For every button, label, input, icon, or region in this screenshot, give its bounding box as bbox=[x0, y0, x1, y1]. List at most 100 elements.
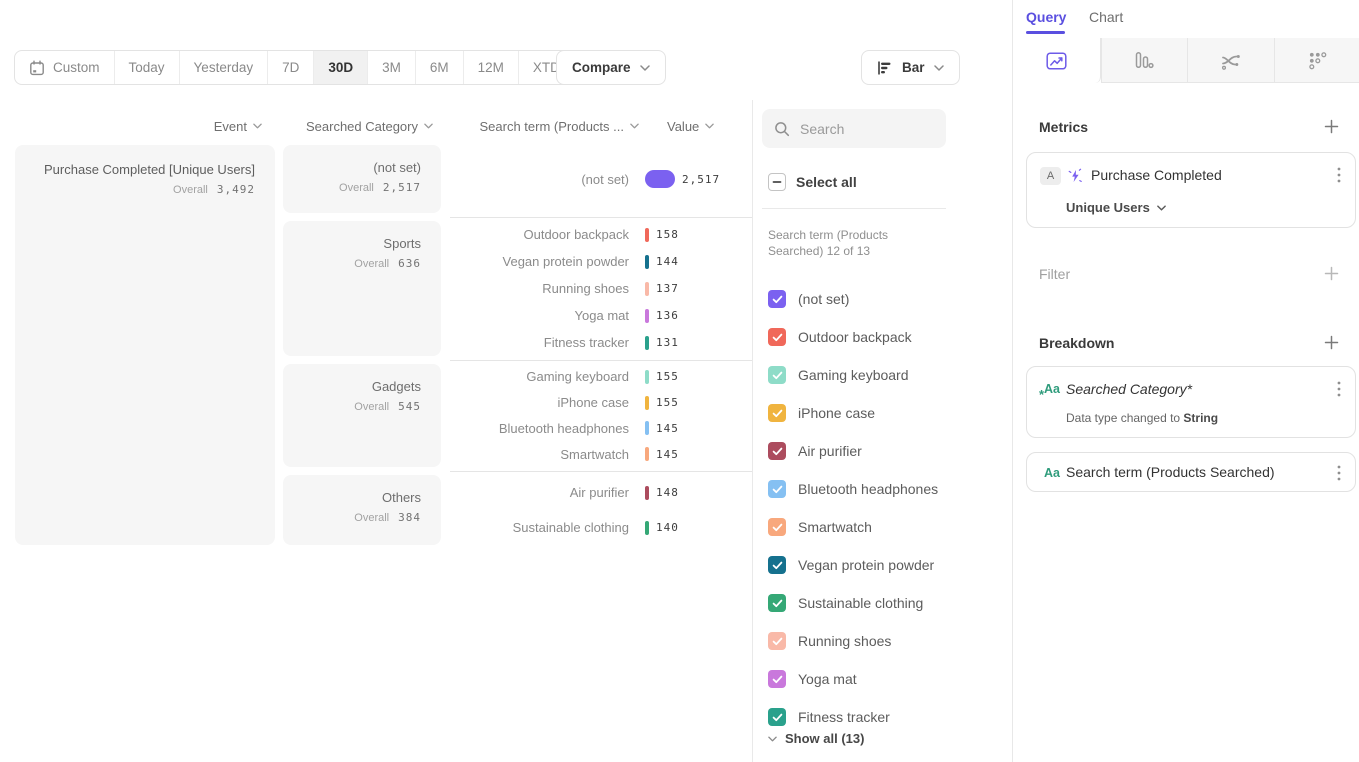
kebab-menu-icon[interactable] bbox=[1337, 167, 1341, 183]
filter-item-yoga-mat[interactable]: Yoga mat bbox=[768, 660, 946, 698]
chart-bar-row[interactable]: Running shoes137 bbox=[450, 275, 752, 302]
category-group: (not set)Overall2,517 (not set)2,517 bbox=[283, 145, 752, 213]
checkbox-checked[interactable] bbox=[768, 328, 786, 346]
column-header-event[interactable]: Event bbox=[150, 117, 262, 135]
date-range-7d[interactable]: 7D bbox=[268, 51, 314, 84]
flows-tab[interactable] bbox=[1187, 38, 1274, 83]
filter-item-label: Sustainable clothing bbox=[798, 595, 923, 611]
breakdown-card-search-term[interactable]: Aa Search term (Products Searched) bbox=[1026, 452, 1356, 492]
measure-label: Unique Users bbox=[1066, 200, 1150, 215]
tab-chart[interactable]: Chart bbox=[1089, 9, 1123, 25]
search-input[interactable] bbox=[800, 121, 930, 137]
chart-bar-row[interactable]: Outdoor backpack158 bbox=[450, 221, 752, 248]
checkbox-checked[interactable] bbox=[768, 480, 786, 498]
checkbox-checked[interactable] bbox=[768, 290, 786, 308]
category-cell[interactable]: SportsOverall636 bbox=[283, 221, 441, 356]
filter-item-vegan-protein-powder[interactable]: Vegan protein powder bbox=[768, 546, 946, 584]
value-bar[interactable] bbox=[645, 255, 649, 269]
funnels-tab[interactable] bbox=[1101, 38, 1188, 83]
column-header-search-term[interactable]: Search term (Products ... bbox=[450, 117, 639, 135]
chart-bar-row[interactable]: (not set)2,517 bbox=[450, 165, 752, 193]
chart-bar-row[interactable]: Gaming keyboard155 bbox=[450, 364, 752, 390]
filter-item-outdoor-backpack[interactable]: Outdoor backpack bbox=[768, 318, 946, 356]
column-header-searched-category[interactable]: Searched Category bbox=[283, 117, 433, 135]
column-header-value[interactable]: Value bbox=[667, 117, 737, 135]
breakdown-card-searched-category[interactable]: Aa* Searched Category* Data type changed… bbox=[1026, 366, 1356, 438]
value-bar[interactable] bbox=[645, 521, 649, 535]
value-bar[interactable] bbox=[645, 228, 649, 242]
date-range-custom[interactable]: Custom bbox=[15, 51, 115, 84]
date-range-today[interactable]: Today bbox=[115, 51, 180, 84]
filter-item-running-shoes[interactable]: Running shoes bbox=[768, 622, 946, 660]
value-bar[interactable] bbox=[645, 486, 649, 500]
term-label: Running shoes bbox=[450, 281, 629, 296]
add-filter-button[interactable] bbox=[1324, 266, 1339, 281]
checkbox-checked[interactable] bbox=[768, 518, 786, 536]
checkbox-checked[interactable] bbox=[768, 556, 786, 574]
value-bar[interactable] bbox=[645, 421, 649, 435]
category-cell[interactable]: (not set)Overall2,517 bbox=[283, 145, 441, 213]
event-sparkle-icon bbox=[1067, 168, 1083, 184]
value-bar[interactable] bbox=[645, 309, 649, 323]
category-cell[interactable]: GadgetsOverall545 bbox=[283, 364, 441, 467]
filter-item-smartwatch[interactable]: Smartwatch bbox=[768, 508, 946, 546]
kebab-menu-icon[interactable] bbox=[1337, 381, 1341, 397]
value-bar[interactable] bbox=[645, 170, 675, 188]
chart-bar-row[interactable]: Smartwatch145 bbox=[450, 441, 752, 467]
tab-query[interactable]: Query bbox=[1026, 9, 1066, 25]
search-box[interactable] bbox=[762, 109, 946, 148]
select-all[interactable]: Select all bbox=[768, 173, 857, 191]
add-metric-button[interactable] bbox=[1324, 119, 1339, 134]
show-all-label: Show all (13) bbox=[785, 731, 864, 746]
chevron-down-icon bbox=[253, 123, 262, 129]
checkbox-checked[interactable] bbox=[768, 442, 786, 460]
metric-card[interactable]: A Purchase Completed Unique Users bbox=[1026, 152, 1356, 228]
chart-type-button[interactable]: Bar bbox=[861, 50, 960, 85]
value-bar[interactable] bbox=[645, 336, 649, 350]
value-bar[interactable] bbox=[645, 370, 649, 384]
date-range-6m[interactable]: 6M bbox=[416, 51, 464, 84]
checkbox-checked[interactable] bbox=[768, 404, 786, 422]
filter-item-bluetooth-headphones[interactable]: Bluetooth headphones bbox=[768, 470, 946, 508]
value-bar[interactable] bbox=[645, 447, 649, 461]
category-cell[interactable]: OthersOverall384 bbox=[283, 475, 441, 545]
checkbox-checked[interactable] bbox=[768, 632, 786, 650]
checkbox-checked[interactable] bbox=[768, 670, 786, 688]
breakdown-title: Breakdown bbox=[1039, 335, 1114, 351]
checkbox-checked[interactable] bbox=[768, 594, 786, 612]
chart-bar-row[interactable]: Fitness tracker131 bbox=[450, 329, 752, 356]
checkbox-checked[interactable] bbox=[768, 708, 786, 726]
checkbox-checked[interactable] bbox=[768, 366, 786, 384]
chart-bar-row[interactable]: Yoga mat136 bbox=[450, 302, 752, 329]
chart-bar-row[interactable]: Bluetooth headphones145 bbox=[450, 416, 752, 442]
calendar-icon bbox=[29, 60, 45, 76]
filter-item-label: Gaming keyboard bbox=[798, 367, 909, 383]
date-range-selector[interactable]: CustomTodayYesterday7D30D3M6M12MXTD bbox=[14, 50, 593, 85]
filter-item-iphone-case[interactable]: iPhone case bbox=[768, 394, 946, 432]
insights-chart-tab[interactable] bbox=[1014, 38, 1101, 83]
select-all-checkbox[interactable] bbox=[768, 173, 786, 191]
date-range-3m[interactable]: 3M bbox=[368, 51, 416, 84]
value-bar[interactable] bbox=[645, 282, 649, 296]
chart-bar-row[interactable]: Sustainable clothing140 bbox=[450, 514, 752, 542]
date-range-12m[interactable]: 12M bbox=[464, 51, 519, 84]
date-range-30d[interactable]: 30D bbox=[314, 51, 368, 84]
query-panel: Query Chart bbox=[1012, 0, 1359, 762]
chart-bar-row[interactable]: Air purifier148 bbox=[450, 479, 752, 507]
compare-button[interactable]: Compare bbox=[556, 50, 666, 85]
measure-selector[interactable]: Unique Users bbox=[1066, 200, 1166, 215]
date-range-yesterday[interactable]: Yesterday bbox=[180, 51, 269, 84]
kebab-menu-icon[interactable] bbox=[1337, 465, 1341, 481]
event-cell[interactable]: Purchase Completed [Unique Users] Overal… bbox=[15, 145, 275, 545]
retention-tab[interactable] bbox=[1274, 38, 1359, 83]
filter-item-air-purifier[interactable]: Air purifier bbox=[768, 432, 946, 470]
filter-item-gaming-keyboard[interactable]: Gaming keyboard bbox=[768, 356, 946, 394]
bar-value: 2,517 bbox=[682, 173, 720, 186]
add-breakdown-button[interactable] bbox=[1324, 335, 1339, 350]
chart-bar-row[interactable]: Vegan protein powder144 bbox=[450, 248, 752, 275]
chart-bar-row[interactable]: iPhone case155 bbox=[450, 390, 752, 416]
show-all-button[interactable]: Show all (13) bbox=[768, 731, 864, 746]
filter-item-sustainable-clothing[interactable]: Sustainable clothing bbox=[768, 584, 946, 622]
filter-item--not-set-[interactable]: (not set) bbox=[768, 280, 946, 318]
value-bar[interactable] bbox=[645, 396, 649, 410]
